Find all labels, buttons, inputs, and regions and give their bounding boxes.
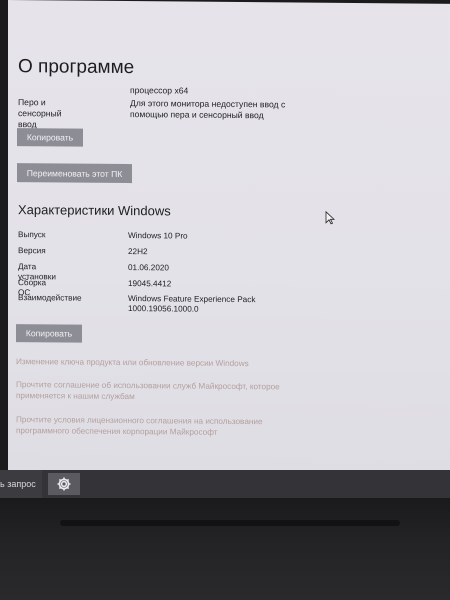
change-product-key-link[interactable]: Изменение ключа продукта или обновление … bbox=[16, 356, 286, 369]
license-terms-link[interactable]: Прочтите условия лицензионного соглашени… bbox=[16, 414, 286, 438]
windows-spec-title: Характеристики Windows bbox=[18, 202, 171, 219]
pen-touch-value: Для этого монитора недоступен ввод с пом… bbox=[130, 98, 286, 121]
spec-label-version: Версия bbox=[18, 246, 46, 256]
mouse-cursor-icon bbox=[325, 210, 335, 225]
spec-value-install-date: 01.06.2020 bbox=[128, 263, 169, 273]
taskbar: ь запрос bbox=[0, 470, 450, 498]
gear-icon bbox=[57, 477, 71, 491]
spec-label-edition: Выпуск bbox=[18, 230, 46, 240]
spec-value-version: 22H2 bbox=[128, 247, 148, 257]
copy-windows-specs-button[interactable]: Копировать bbox=[16, 324, 82, 343]
services-agreement-link[interactable]: Прочтите соглашение об использовании слу… bbox=[16, 379, 286, 403]
spec-value-os-build: 19045.4412 bbox=[128, 279, 172, 289]
processor-value: процессор x64 bbox=[130, 85, 189, 96]
spec-value-edition: Windows 10 Pro bbox=[128, 231, 188, 241]
laptop-bezel bbox=[0, 498, 450, 600]
page-title: О программе bbox=[18, 56, 135, 79]
rename-pc-button[interactable]: Переименовать этот ПК bbox=[17, 163, 132, 184]
taskbar-settings-button[interactable] bbox=[48, 473, 80, 495]
laptop-hinge bbox=[60, 520, 400, 526]
spec-value-experience: Windows Feature Experience Pack 1000.190… bbox=[128, 294, 256, 314]
spec-label-experience: Взаимодействие bbox=[18, 293, 82, 303]
taskbar-search-text: ь запрос bbox=[0, 479, 36, 489]
pen-touch-label: Перо и сенсорный ввод bbox=[18, 97, 62, 130]
settings-window: О программе процессор x64 Перо и сенсорн… bbox=[8, 0, 450, 474]
copy-device-specs-button[interactable]: Копировать bbox=[17, 128, 83, 147]
taskbar-search-box[interactable]: ь запрос bbox=[0, 470, 42, 498]
